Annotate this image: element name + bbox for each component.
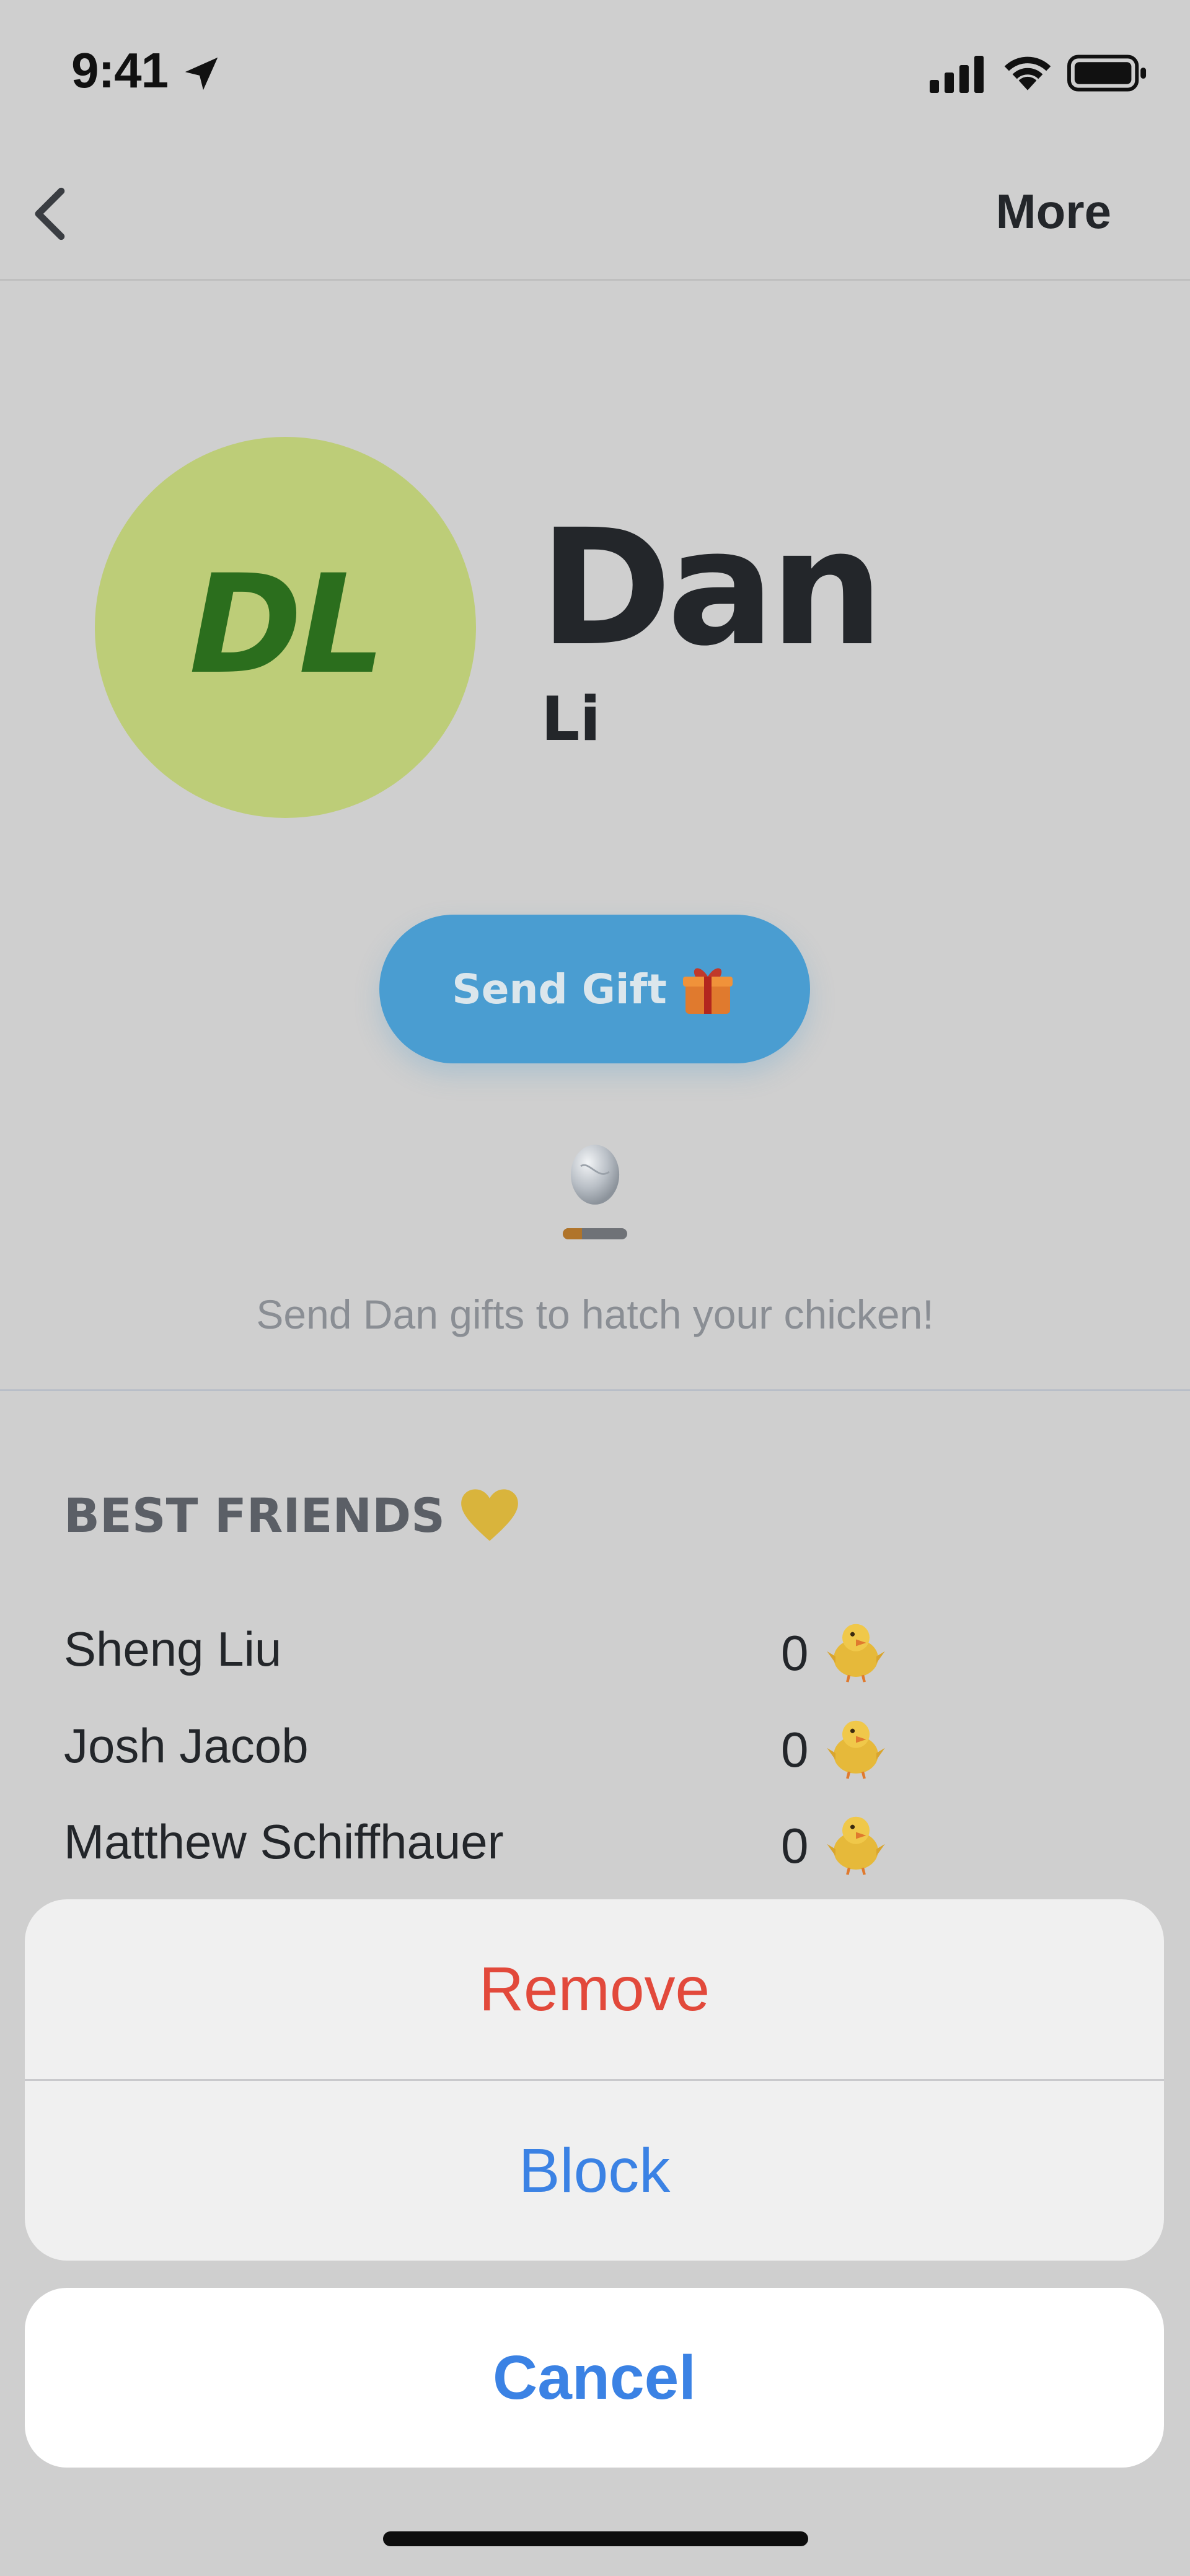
friend-name: Matthew Schiffhauer: [64, 1814, 504, 1869]
block-button[interactable]: Block: [25, 2081, 1164, 2261]
wifi-icon: [1004, 56, 1051, 90]
back-button[interactable]: [19, 180, 87, 248]
friend-chick-count: 0: [781, 1625, 809, 1681]
avatar: DL: [95, 437, 476, 818]
battery-icon: [1067, 55, 1147, 92]
yellow-heart-icon: [461, 1489, 518, 1541]
friend-chick-count: 0: [781, 1722, 809, 1777]
profile-last-name: Li: [541, 684, 601, 755]
chick-icon: [827, 1720, 885, 1779]
best-friends-label: BEST FRIENDS: [64, 1487, 445, 1543]
friend-name: Sheng Liu: [64, 1622, 282, 1676]
best-friend-row[interactable]: Josh Jacob 0: [64, 1710, 919, 1785]
chick-icon: [827, 1816, 885, 1875]
friend-chick-count: 0: [781, 1818, 809, 1873]
egg-icon: [570, 1145, 620, 1205]
status-time: 9:41: [71, 43, 169, 98]
remove-button[interactable]: Remove: [25, 1899, 1164, 2079]
send-gift-label: Send Gift: [452, 965, 667, 1013]
egg-progress-fill: [563, 1228, 583, 1239]
profile-first-name: Dan: [539, 495, 884, 681]
cellular-signal-icon: [930, 56, 984, 93]
friend-profile-screen: 9:41 More DL Dan Li Send Gift Send Dan g…: [0, 0, 1190, 2576]
best-friend-row[interactable]: Matthew Schiffhauer 0: [64, 1806, 919, 1881]
chick-icon: [827, 1624, 885, 1682]
chevron-left-icon: [35, 187, 65, 240]
avatar-initials: DL: [189, 545, 386, 704]
hatch-instruction-text: Send Dan gifts to hatch your chicken!: [256, 1291, 934, 1337]
cancel-button[interactable]: Cancel: [25, 2288, 1164, 2468]
friend-name: Josh Jacob: [64, 1718, 309, 1773]
more-button[interactable]: More: [996, 183, 1111, 240]
best-friends-heading: BEST FRIENDS: [64, 1486, 521, 1544]
section-divider: [0, 1389, 1190, 1391]
action-sheet: Remove Block: [25, 1899, 1164, 2261]
home-indicator: [383, 2531, 808, 2546]
gift-icon: [682, 968, 733, 1014]
best-friend-row[interactable]: Sheng Liu 0: [64, 1614, 919, 1688]
location-arrow-icon: [185, 57, 218, 90]
nav-bar: More: [0, 143, 1190, 281]
send-gift-button[interactable]: Send Gift: [379, 915, 810, 1063]
status-bar: 9:41: [0, 0, 1190, 143]
egg-progress-bar: [563, 1228, 627, 1239]
